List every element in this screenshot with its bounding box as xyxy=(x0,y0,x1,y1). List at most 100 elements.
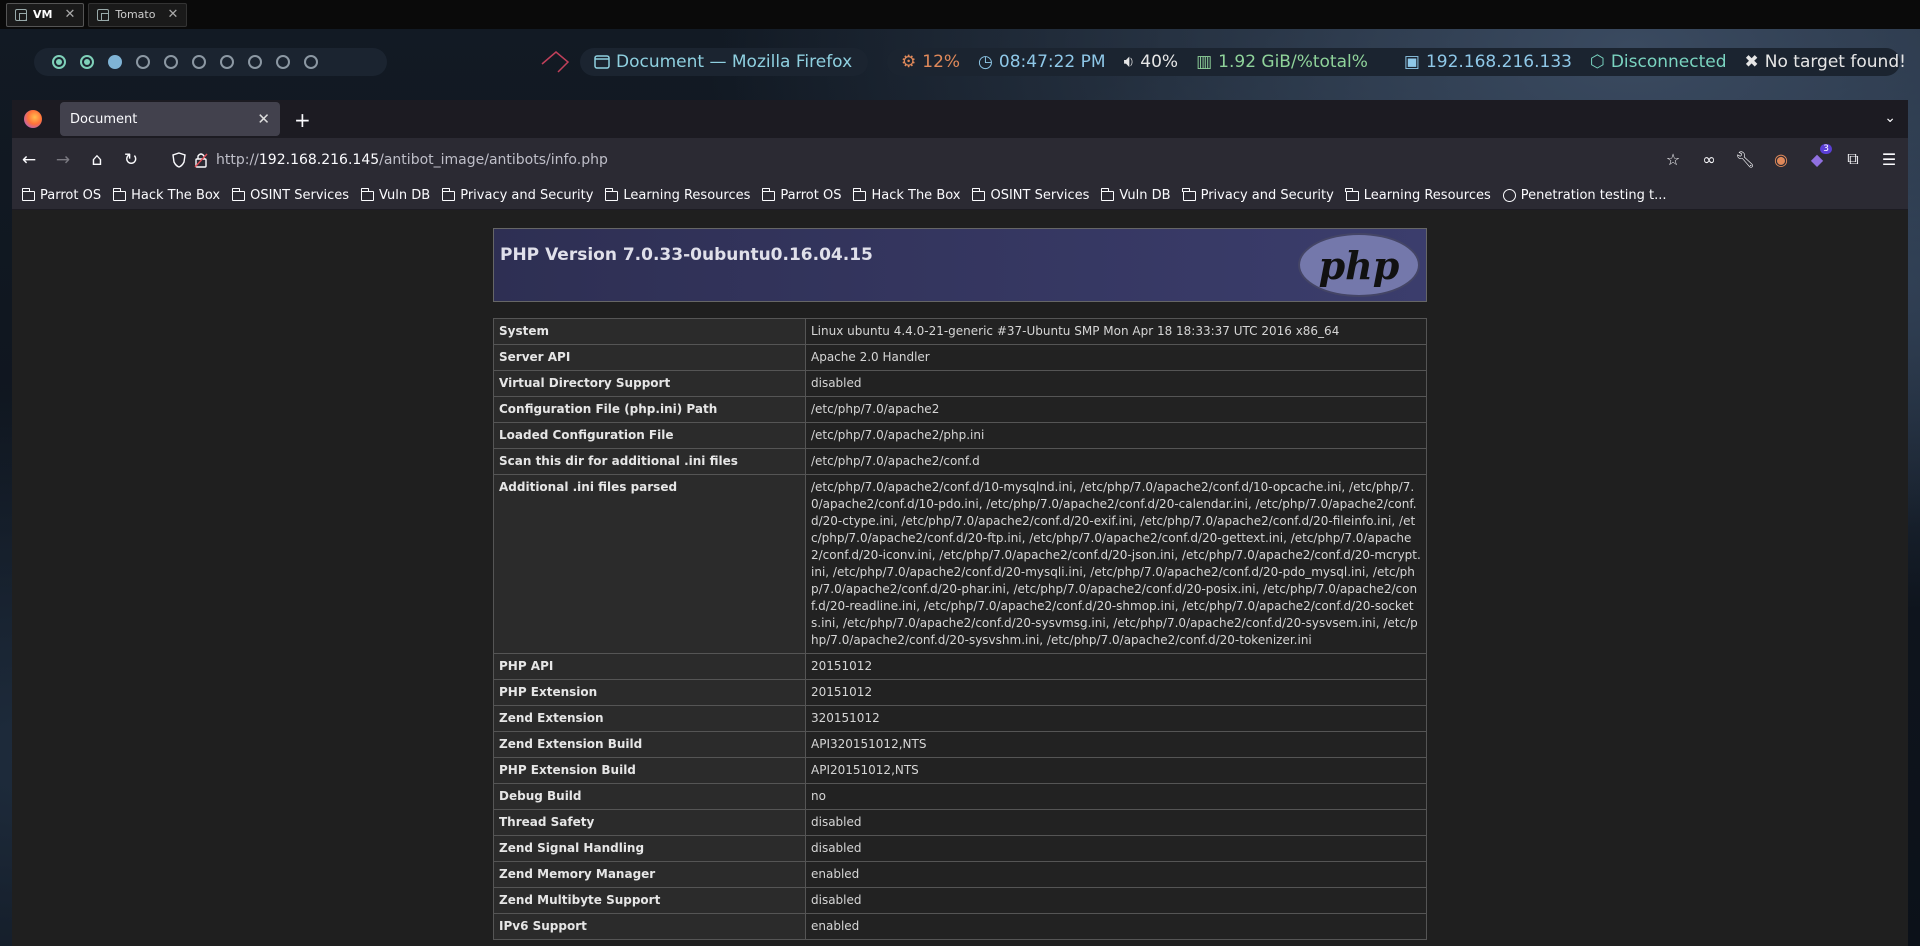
hamburger-menu-icon[interactable]: ☰ xyxy=(1878,148,1900,170)
folder-icon xyxy=(1101,187,1115,201)
navigation-toolbar: ← → ⌂ ↻ http://192.168.216.145/antibot_i… xyxy=(12,138,1908,182)
chevron-down-icon[interactable]: ⌄ xyxy=(1884,110,1896,126)
workspace-10[interactable] xyxy=(304,55,318,69)
page-content: PHP Version 7.0.33-0ubuntu0.16.04.15 php… xyxy=(12,210,1908,946)
back-button[interactable]: ← xyxy=(12,150,46,170)
info-value: Apache 2.0 Handler xyxy=(805,344,1427,371)
bookmark-item[interactable]: Vuln DB xyxy=(360,187,430,203)
table-row: PHP API 20151012 xyxy=(493,653,1427,680)
vpn-status: Disconnected xyxy=(1610,52,1727,72)
bookmark-item[interactable]: OSINT Services xyxy=(231,187,350,203)
folder-icon xyxy=(21,187,35,201)
workspace-7[interactable] xyxy=(220,55,234,69)
bookmark-label: Learning Resources xyxy=(1363,188,1491,203)
tab-title: Document xyxy=(70,111,138,127)
bookmark-item[interactable]: Privacy and Security xyxy=(441,187,593,203)
workspace-1[interactable] xyxy=(52,55,66,69)
table-row: Zend Extension 320151012 xyxy=(493,705,1427,732)
table-row: Virtual Directory Support disabled xyxy=(493,370,1427,397)
table-row: PHP Extension 20151012 xyxy=(493,679,1427,706)
bookmark-item[interactable]: Hack The Box xyxy=(112,187,220,203)
table-row: Debug Build no xyxy=(493,783,1427,810)
folder-icon xyxy=(360,187,375,201)
info-key: Scan this dir for additional .ini files xyxy=(493,448,806,475)
bookmark-label: Learning Resources xyxy=(623,188,751,203)
bookmark-item[interactable]: Penetration testing t... xyxy=(1502,188,1667,203)
workspace-2[interactable] xyxy=(80,55,94,69)
workspace-5[interactable] xyxy=(164,55,178,69)
bookmark-item[interactable]: Vuln DB xyxy=(1101,187,1171,203)
volume-widget[interactable]: 🔉︎ 40% xyxy=(1124,52,1179,72)
active-window-title: Document — Mozilla Firefox xyxy=(580,48,868,76)
workspace-8[interactable] xyxy=(248,55,262,69)
browser-tab-active[interactable]: Document ✕ xyxy=(60,102,280,136)
target-widget: ✖ No target found! xyxy=(1745,52,1906,72)
host-tab-tomato[interactable]: Tomato ✕ xyxy=(88,2,188,27)
table-row: Zend Memory Manager enabled xyxy=(493,861,1427,888)
info-key: IPv6 Support xyxy=(493,913,806,940)
home-button[interactable]: ⌂ xyxy=(80,150,114,170)
info-value: /etc/php/7.0/apache2/conf.d xyxy=(805,448,1427,475)
phpinfo-header: PHP Version 7.0.33-0ubuntu0.16.04.15 php xyxy=(493,228,1427,302)
info-value: 20151012 xyxy=(805,653,1427,680)
table-row: Thread Safety disabled xyxy=(493,809,1427,836)
bookmark-item[interactable]: Hack The Box xyxy=(853,187,960,203)
insecure-lock-icon[interactable] xyxy=(194,152,208,168)
bookmark-item[interactable]: Parrot OS xyxy=(21,187,101,203)
wrench-icon[interactable]: 🔧︎ xyxy=(1734,148,1756,170)
folder-icon xyxy=(112,187,127,201)
bookmark-item[interactable]: OSINT Services xyxy=(972,187,1089,203)
workspace-switcher xyxy=(34,48,387,76)
bookmark-item[interactable]: Learning Resources xyxy=(605,187,751,203)
vm-icon xyxy=(97,8,110,21)
folder-icon xyxy=(231,187,246,201)
close-icon[interactable]: ✕ xyxy=(257,110,270,128)
info-key: Virtual Directory Support xyxy=(493,370,806,397)
firefox-logo-icon[interactable] xyxy=(24,110,42,128)
bookmark-item[interactable]: Learning Resources xyxy=(1345,187,1491,203)
cpu-value: 12% xyxy=(922,52,961,72)
shield-icon[interactable] xyxy=(172,152,186,168)
browser-tab-bar: Document ✕ + ⌄ xyxy=(12,100,1908,138)
new-tab-button[interactable]: + xyxy=(294,108,311,132)
memory-value: 1.92 GiB/%total% xyxy=(1218,52,1368,72)
extensions-puzzle-icon[interactable]: ⧉ xyxy=(1842,148,1864,170)
workspace-3[interactable] xyxy=(108,55,122,69)
extension-badge-icon[interactable]: ◆ 3 xyxy=(1806,144,1832,170)
vm-icon xyxy=(15,8,27,21)
window-title-text: Document — Mozilla Firefox xyxy=(616,52,853,72)
folder-icon xyxy=(441,187,456,201)
info-key: Debug Build xyxy=(493,783,806,810)
table-row: Scan this dir for additional .ini files /… xyxy=(493,448,1427,475)
bookmark-star-icon[interactable]: ☆ xyxy=(1662,148,1684,170)
info-key: Additional .ini files parsed xyxy=(493,474,806,654)
close-icon[interactable]: ✕ xyxy=(167,7,178,22)
bookmark-item[interactable]: Privacy and Security xyxy=(1182,187,1334,203)
forward-button[interactable]: → xyxy=(46,150,80,170)
close-icon[interactable]: ✕ xyxy=(64,7,75,22)
info-value: enabled xyxy=(805,913,1427,940)
ip-widget: ▣ 192.168.216.133 xyxy=(1404,52,1572,72)
bookmark-item[interactable]: Parrot OS xyxy=(762,187,841,203)
folder-icon xyxy=(853,187,867,201)
php-logo[interactable]: php xyxy=(1298,233,1420,297)
host-tab-vm[interactable]: VM ✕ xyxy=(6,2,85,27)
table-row: Zend Multibyte Support disabled xyxy=(493,887,1427,914)
workspace-4[interactable] xyxy=(136,55,150,69)
foxyproxy-icon[interactable]: ◉ xyxy=(1770,148,1792,170)
table-row: Zend Signal Handling disabled xyxy=(493,835,1427,862)
clock-value: 08:47:22 PM xyxy=(998,52,1106,72)
cpu-widget: ⚙ 12% xyxy=(901,52,960,72)
private-mask-icon[interactable]: ∞ xyxy=(1698,148,1720,170)
reload-button[interactable]: ↻ xyxy=(114,150,148,170)
url-bar[interactable]: http://192.168.216.145/antibot_image/ant… xyxy=(172,144,1672,176)
target-value: No target found! xyxy=(1764,52,1906,72)
bookmark-label: OSINT Services xyxy=(250,188,350,203)
table-row: IPv6 Support enabled xyxy=(493,913,1427,940)
workspace-9[interactable] xyxy=(276,55,290,69)
workspace-6[interactable] xyxy=(192,55,206,69)
folder-icon xyxy=(605,187,619,201)
phpinfo-table: System Linux ubuntu 4.4.0-21-generic #37-… xyxy=(493,318,1427,940)
info-key: Server API xyxy=(493,344,806,371)
host-tab-label: VM xyxy=(33,8,53,21)
